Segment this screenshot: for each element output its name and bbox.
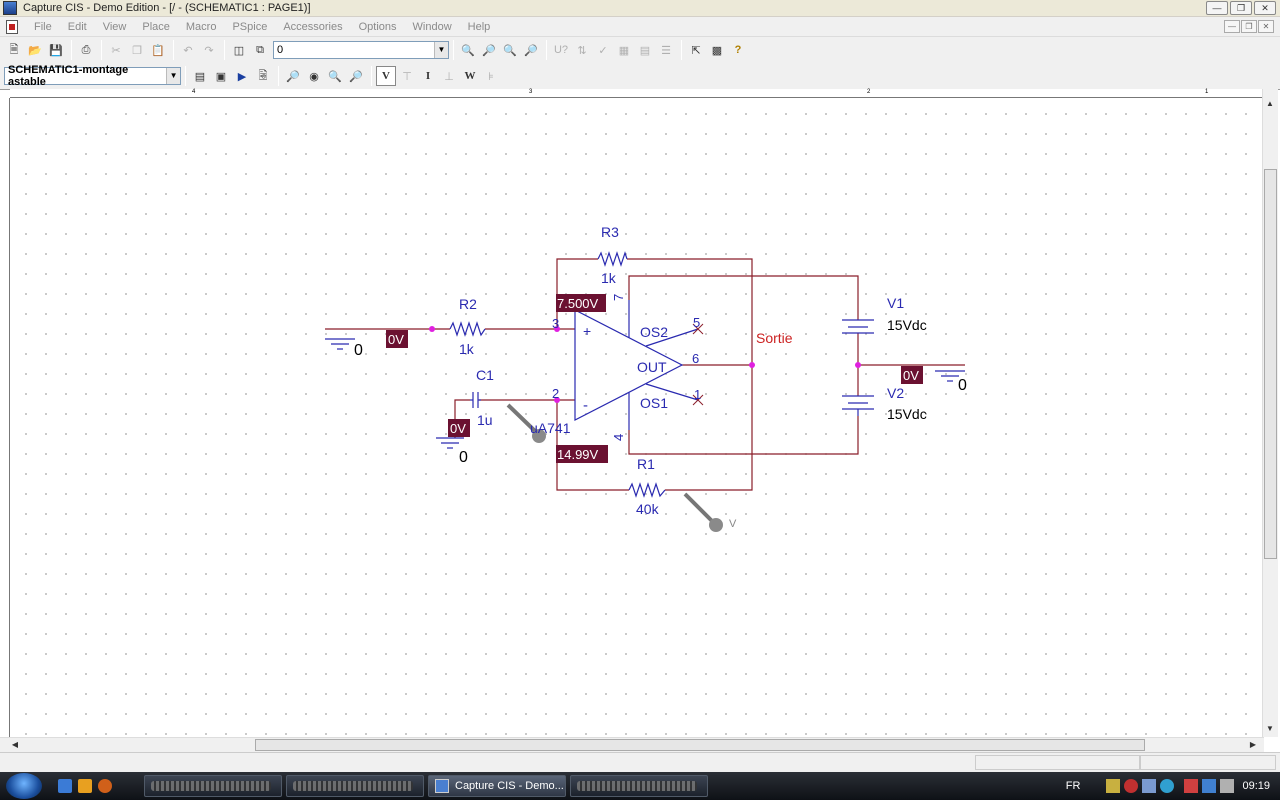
u1-part: uA741 [530, 420, 571, 436]
capture-app-icon [435, 779, 449, 793]
scroll-up-icon[interactable]: ▲ [1263, 97, 1277, 110]
vertical-scroll-thumb[interactable] [1264, 169, 1277, 559]
taskbar-active-label: Capture CIS - Demo... [455, 780, 564, 792]
pin-6-label: 6 [692, 351, 699, 366]
v1-ref: V1 [887, 295, 904, 311]
c1-value: 1u [477, 412, 493, 428]
r3-ref: R3 [601, 224, 619, 240]
pin-4-label: 4 [611, 434, 626, 441]
bias-voltage-label: 0V [903, 368, 919, 383]
r2-value: 1k [459, 341, 475, 357]
net-label-sortie: Sortie [756, 330, 793, 346]
pin-5-label: 5 [693, 315, 700, 330]
status-cell [1140, 755, 1276, 770]
resistor-r3 [597, 251, 628, 267]
pin-7-label: 7 [611, 294, 626, 301]
opamp-out-label: OUT [637, 359, 667, 375]
network-icon[interactable] [1202, 779, 1217, 793]
tray-icon[interactable] [1184, 779, 1199, 793]
probe-stem [683, 492, 714, 523]
r3-value: 1k [601, 270, 617, 286]
tray-icon[interactable] [1124, 779, 1139, 793]
ground-symbols [325, 338, 965, 449]
junction-dot [429, 326, 435, 332]
bias-voltage-label: 7.500V [557, 296, 599, 311]
r1-ref: R1 [637, 456, 655, 472]
scroll-down-icon[interactable]: ▼ [1263, 722, 1277, 735]
probe-label: V [729, 518, 737, 530]
system-tray: FR 09:19 [1066, 772, 1280, 800]
v1-value: 15Vdc [887, 317, 927, 333]
volume-icon[interactable] [1220, 779, 1235, 793]
pin-3-label: 3 [552, 316, 559, 331]
scroll-right-icon[interactable]: ▶ [1246, 738, 1260, 751]
taskbar-button[interactable] [144, 775, 282, 797]
taskbar-button[interactable] [286, 775, 424, 797]
tray-icon[interactable] [1160, 779, 1175, 793]
r1-value: 40k [636, 501, 660, 517]
opamp-os2-label: OS2 [640, 324, 668, 340]
ground-label: 0 [459, 449, 468, 466]
opamp-plus-label: + [583, 323, 591, 339]
clock[interactable]: 09:19 [1242, 780, 1270, 792]
v2-ref: V2 [887, 385, 904, 401]
schematic-labels: R3 1k R2 1k R1 40k C1 1u uA741 3 2 7 4 5… [354, 224, 967, 530]
vertical-scrollbar[interactable]: ▲ ▼ [1262, 89, 1278, 737]
language-indicator[interactable]: FR [1066, 780, 1081, 792]
status-bar [0, 752, 1280, 772]
scroll-left-icon[interactable]: ◀ [8, 738, 22, 751]
c1-ref: C1 [476, 367, 494, 383]
junction-dot [855, 362, 861, 368]
pin-1-label: 1 [694, 387, 701, 402]
firefox-icon[interactable] [98, 779, 112, 793]
tray-icon[interactable] [1106, 779, 1121, 793]
tray-icon[interactable] [1142, 779, 1157, 793]
media-player-icon[interactable] [78, 779, 92, 793]
v2-value: 15Vdc [887, 406, 927, 422]
junction-dot [749, 362, 755, 368]
taskbar-button-capture[interactable]: Capture CIS - Demo... [428, 775, 566, 797]
bias-voltage-label: 0V [450, 421, 466, 436]
ground-label: 0 [354, 342, 363, 359]
opamp-os1-label: OS1 [640, 395, 668, 411]
wire [628, 416, 859, 455]
horizontal-scroll-thumb[interactable] [255, 739, 1145, 751]
windows-taskbar: Capture CIS - Demo... FR 09:19 [0, 772, 1280, 800]
opamp-minus-label: - [583, 397, 588, 414]
pin-2-label: 2 [552, 386, 559, 401]
bias-voltage-label: 14.99V [557, 447, 599, 462]
bias-voltage-label: 0V [388, 332, 404, 347]
status-cell [975, 755, 1140, 770]
voltage-probe-icon [709, 518, 723, 532]
taskbar-button[interactable] [570, 775, 708, 797]
start-button[interactable] [6, 773, 42, 799]
wire [628, 275, 859, 320]
resistor-r2 [449, 321, 486, 337]
show-desktop-icon[interactable] [58, 779, 72, 793]
horizontal-scrollbar[interactable]: ◀ ▶ [0, 737, 1264, 752]
r2-ref: R2 [459, 296, 477, 312]
resistor-r1 [628, 482, 666, 498]
ground-label: 0 [958, 377, 967, 394]
schematic-drawing[interactable]: R3 1k R2 1k R1 40k C1 1u uA741 3 2 7 4 5… [0, 0, 1280, 800]
